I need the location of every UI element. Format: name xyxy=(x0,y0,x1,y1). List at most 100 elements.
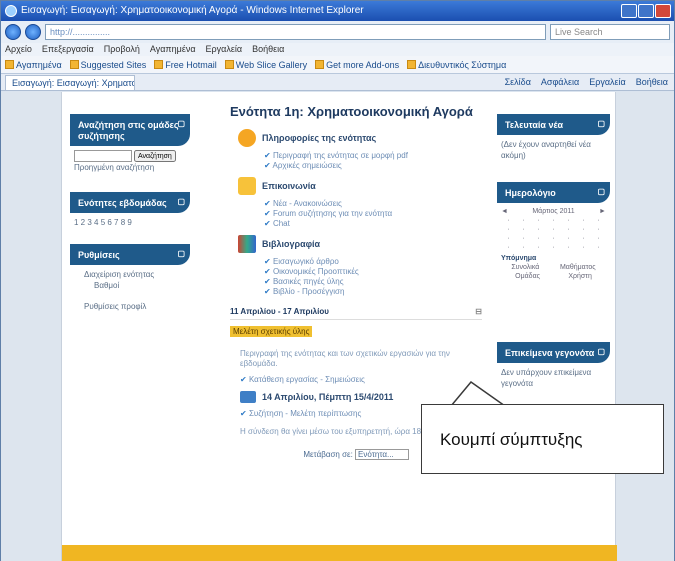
tool-tools[interactable]: Εργαλεία xyxy=(589,77,626,87)
resource-link[interactable]: Chat xyxy=(264,219,482,229)
menu-item-edit[interactable]: Επεξεργασία xyxy=(42,43,94,56)
address-bar-row: http://............... Live Search xyxy=(1,21,674,43)
jump-select[interactable]: Ενότητα... xyxy=(355,449,409,460)
next-month-icon[interactable]: ► xyxy=(599,207,606,216)
title-bar: Εισαγωγή: Εισαγωγή: Χρηματοοικονομική Αγ… xyxy=(1,1,674,21)
latest-news-block: Τελευταία νέα ▢ (Δεν έχουν αναρτηθεί νέα… xyxy=(497,114,610,165)
week-collapse-icon[interactable]: ⊟ xyxy=(475,307,482,316)
resource-link[interactable]: Βιβλίο - Προσέγγιση xyxy=(264,287,482,297)
resource-link[interactable]: Περιγραφή της ενότητας σε μορφή pdf xyxy=(264,151,482,161)
calendar-block: Ημερολόγιο ▢ ◄ Μάρτιος 2011 ► · · · · · · · · ·… xyxy=(497,182,610,285)
collapse-icon[interactable]: ▢ xyxy=(177,248,185,259)
moodle-page: Αναζήτηση στις ομάδες συζήτησης ▢ Αναζήτ… xyxy=(61,92,617,561)
menu-item-favorites[interactable]: Αγαπημένα xyxy=(150,43,196,56)
forward-icon[interactable] xyxy=(25,24,41,40)
menu-item-file[interactable]: Αρχείο xyxy=(5,43,32,56)
legend-item[interactable]: Ομάδας xyxy=(515,272,540,281)
topic-numbers[interactable]: 1 2 3 4 5 6 7 8 9 xyxy=(70,213,190,232)
block-header: Ημερολόγιο ▢ xyxy=(497,182,610,203)
page-icon xyxy=(154,60,164,69)
search-forums-block: Αναζήτηση στις ομάδες συζήτησης ▢ Αναζήτ… xyxy=(70,114,190,177)
section-items: Περιγραφή της ενότητας σε μορφή pdf Αρχι… xyxy=(264,151,482,171)
page-icon xyxy=(315,60,325,69)
topics-block: Ενότητες εβδομάδας ▢ 1 2 3 4 5 6 7 8 9 xyxy=(70,192,190,232)
window-title: Εισαγωγή: Εισαγωγή: Χρηματοοικονομική Αγ… xyxy=(21,5,364,16)
section-items: Εισαγωγικό άρθρο Οικονομικές Προοπτικές … xyxy=(264,257,482,297)
star-icon xyxy=(5,60,14,69)
tool-page[interactable]: Σελίδα xyxy=(505,77,531,87)
collapse-icon[interactable]: ▢ xyxy=(177,118,185,129)
page-title: Ενότητα 1η: Χρηματοοικονομική Αγορά xyxy=(230,104,473,119)
page-icon xyxy=(224,60,234,69)
browser-window: Εισαγωγή: Εισαγωγή: Χρηματοοικονομική Αγ… xyxy=(0,0,675,561)
prev-month-icon[interactable]: ◄ xyxy=(501,207,508,216)
collapse-icon[interactable]: ▢ xyxy=(597,118,605,129)
favorite-item[interactable]: Free Hotmail xyxy=(154,60,217,70)
week-highlight: Μελέτη σχετικής ύλης xyxy=(230,326,313,337)
forum-search-input[interactable] xyxy=(74,150,132,162)
resource-link[interactable]: Οικονομικές Προοπτικές xyxy=(264,267,482,277)
legend-item[interactable]: Μαθήματος xyxy=(560,263,596,272)
block-header: Τελευταία νέα ▢ xyxy=(497,114,610,135)
menu-bar: Αρχείο Επεξεργασία Προβολή Αγαπημένα Εργ… xyxy=(1,43,674,56)
tool-help[interactable]: Βοήθεια xyxy=(636,77,668,87)
page-icon xyxy=(69,60,79,69)
block-header: Επικείμενα γεγονότα ▢ xyxy=(497,342,610,363)
settings-item[interactable]: Βαθμοί xyxy=(84,280,186,291)
settings-item[interactable]: Ρυθμίσεις προφίλ xyxy=(84,301,186,312)
week-description: Περιγραφή της ενότητας και των σχετικών … xyxy=(240,349,450,368)
collapse-icon[interactable]: ▢ xyxy=(597,186,605,197)
section-heading: Επικοινωνία xyxy=(238,177,482,195)
collapse-icon[interactable]: ▢ xyxy=(597,346,605,357)
resource-link[interactable]: Forum συζήτησης για την ενότητα xyxy=(264,209,482,219)
settings-item[interactable]: Διαχείριση ενότητας xyxy=(84,269,186,280)
block-header: Αναζήτηση στις ομάδες συζήτησης ▢ xyxy=(70,114,190,146)
resource-link[interactable]: Αρχικές σημειώσεις xyxy=(264,161,482,171)
favorite-item[interactable]: Suggested Sites xyxy=(69,60,146,70)
favorite-item[interactable]: Web Slice Gallery xyxy=(224,60,307,70)
ie-icon xyxy=(5,5,17,17)
menu-item-tools[interactable]: Εργαλεία xyxy=(206,43,243,56)
page-icon xyxy=(407,60,417,69)
jump-label: Μετάβαση σε: xyxy=(303,450,353,459)
favorite-item[interactable]: Get more Add-ons xyxy=(315,60,399,70)
week-header: 11 Απριλίου - 17 Απριλίου ⊟ xyxy=(230,307,482,320)
forum-search-button[interactable]: Αναζήτηση xyxy=(134,150,176,162)
favorites-bar: Αγαπημένα Suggested Sites Free Hotmail W… xyxy=(1,56,674,74)
search-input[interactable]: Live Search xyxy=(550,24,670,40)
resource-link[interactable]: Νέα - Ανακοινώσεις xyxy=(264,199,482,209)
address-input[interactable]: http://............... xyxy=(45,24,546,40)
calendar-month: Μάρτιος 2011 xyxy=(532,208,575,215)
legend-title: Υπόμνημα xyxy=(501,255,537,262)
page-viewport: Αναζήτηση στις ομάδες συζήτησης ▢ Αναζήτ… xyxy=(1,92,674,561)
favorite-item[interactable]: Διευθυντικός Σύστημα xyxy=(407,60,506,70)
section-heading: Βιβλιογραφία xyxy=(238,235,482,253)
tab-bar: Εισαγωγή: Εισαγωγή: Χρηματοοικονομική Αγ… xyxy=(1,74,674,91)
favorite-item[interactable]: Αγαπημένα xyxy=(5,60,62,70)
tab-current[interactable]: Εισαγωγή: Εισαγωγή: Χρηματοοικονομική Αγ… xyxy=(5,74,135,90)
chat-icon xyxy=(238,177,256,195)
menu-item-view[interactable]: Προβολή xyxy=(104,43,140,56)
legend-item[interactable]: Χρήστη xyxy=(568,272,592,281)
info-icon xyxy=(238,129,256,147)
collapse-button-callout: Κουμπί σύμπτυξης xyxy=(421,404,664,474)
block-header: Ενότητες εβδομάδας ▢ xyxy=(70,192,190,213)
collapse-icon[interactable]: ▢ xyxy=(177,196,185,207)
section-items: Νέα - Ανακοινώσεις Forum συζήτησης για τ… xyxy=(264,199,482,229)
resource-link[interactable]: Βασικές πηγές ύλης xyxy=(264,277,482,287)
back-icon[interactable] xyxy=(5,24,21,40)
maximize-button[interactable] xyxy=(638,4,654,18)
advanced-search-link[interactable]: Προηγμένη αναζήτηση xyxy=(74,162,186,173)
close-button[interactable] xyxy=(655,4,671,18)
block-header: Ρυθμίσεις ▢ xyxy=(70,244,190,265)
menu-item-help[interactable]: Βοήθεια xyxy=(252,43,284,56)
settings-block: Ρυθμίσεις ▢ Διαχείριση ενότητας Βαθμοί Ρ… xyxy=(70,244,190,316)
books-icon xyxy=(238,235,256,253)
minimize-button[interactable] xyxy=(621,4,637,18)
legend-item[interactable]: Συνολικά xyxy=(511,263,539,272)
resource-link[interactable]: Εισαγωγικό άρθρο xyxy=(264,257,482,267)
tool-safety[interactable]: Ασφάλεια xyxy=(541,77,579,87)
page-footer-band xyxy=(62,545,617,561)
meeting-icon xyxy=(240,391,256,403)
section-heading: Πληροφορίες της ενότητας xyxy=(238,129,482,147)
